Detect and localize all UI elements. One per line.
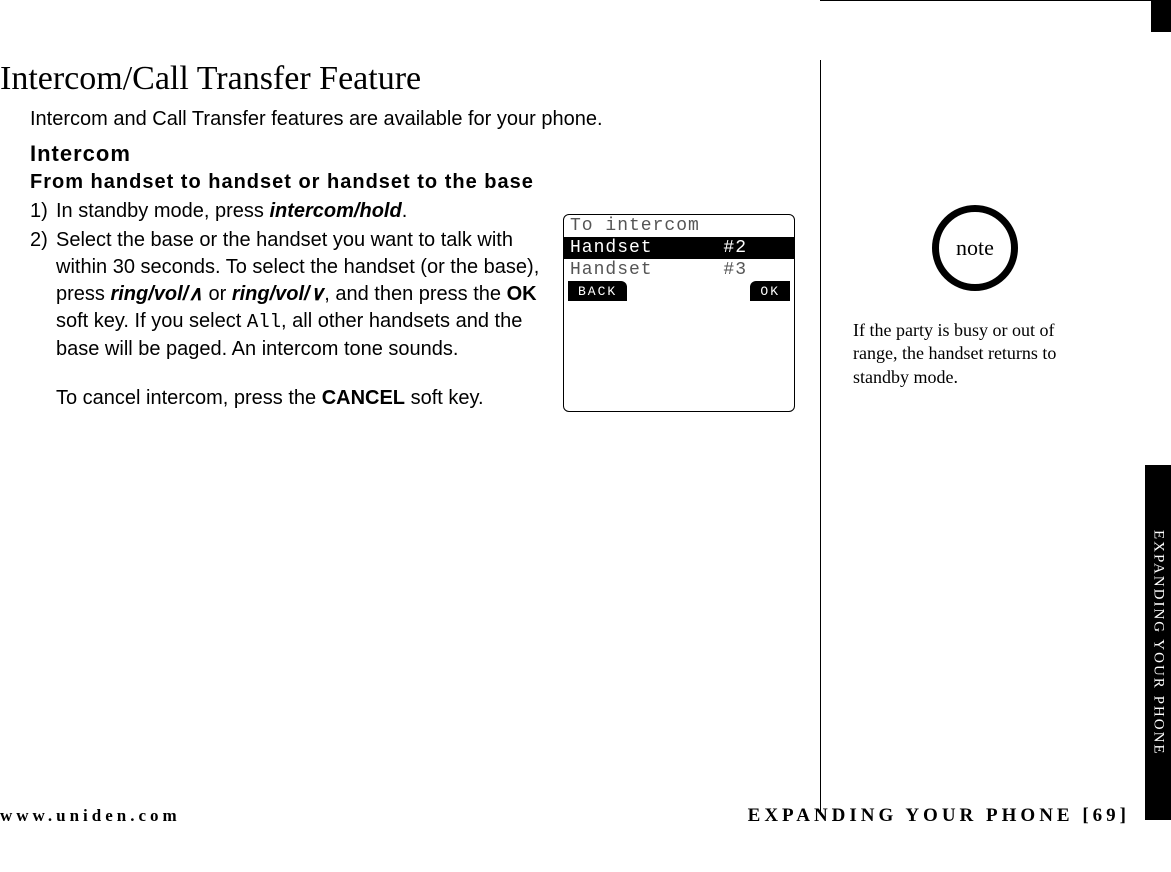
step-1-number: 1) — [30, 198, 56, 225]
footer-section: EXPANDING YOUR PHONE [69] — [748, 805, 1130, 827]
footer-url: www.uniden.com — [0, 806, 181, 826]
page-title: Intercom/Call Transfer Feature — [0, 60, 795, 98]
key-intercom-hold: intercom/hold — [269, 200, 401, 222]
lcd-softkey-ok: OK — [750, 281, 790, 301]
lcd-row-2: Handset #3 — [564, 259, 794, 281]
lcd-screen: To intercom Handset #2 Handset #3 BACK O… — [563, 214, 795, 412]
footer-page-number: [69] — [1082, 805, 1130, 826]
step-2-text-b: , and then press the — [324, 283, 506, 305]
top-hairline — [820, 0, 1151, 1]
key-ok: OK — [507, 283, 537, 305]
lcd-softkey-back: BACK — [568, 281, 627, 301]
step-1-text-b: . — [402, 200, 408, 222]
step-1: 1) In standby mode, press intercom/hold. — [30, 198, 547, 225]
step-1-text-a: In standby mode, press — [56, 200, 269, 222]
subsection-from-handset: From handset to handset or handset to th… — [30, 171, 795, 194]
side-tab: EXPANDING YOUR PHONE — [1145, 465, 1171, 820]
code-all: All — [247, 311, 281, 333]
top-right-bar — [1151, 0, 1171, 32]
key-cancel: CANCEL — [322, 387, 405, 409]
step-2-text-c: soft key. If you select — [56, 310, 247, 332]
lcd-softkey-row: BACK OK — [564, 281, 794, 301]
lcd-title-row: To intercom — [564, 215, 794, 237]
cancel-text-b: soft key. — [405, 387, 484, 409]
step-2: 2) Select the base or the handset you wa… — [30, 227, 547, 363]
key-ring-vol-up: ring/vol/∧ — [110, 283, 202, 305]
note-text: If the party is busy or out of range, th… — [853, 319, 1063, 389]
key-ring-vol-down: ring/vol/∨ — [232, 283, 324, 305]
cancel-paragraph: To cancel intercom, press the CANCEL sof… — [56, 385, 547, 412]
note-label: note — [956, 235, 994, 261]
lcd-row-selected: Handset #2 — [564, 237, 794, 259]
step-2-number: 2) — [30, 227, 56, 363]
cancel-text-a: To cancel intercom, press the — [56, 387, 322, 409]
intro-text: Intercom and Call Transfer features are … — [30, 108, 795, 131]
section-intercom: Intercom — [30, 141, 795, 167]
vertical-separator — [820, 60, 821, 815]
note-badge: note — [932, 205, 1018, 291]
steps-list: 1) In standby mode, press intercom/hold.… — [30, 198, 547, 412]
step-2-or: or — [203, 283, 232, 305]
